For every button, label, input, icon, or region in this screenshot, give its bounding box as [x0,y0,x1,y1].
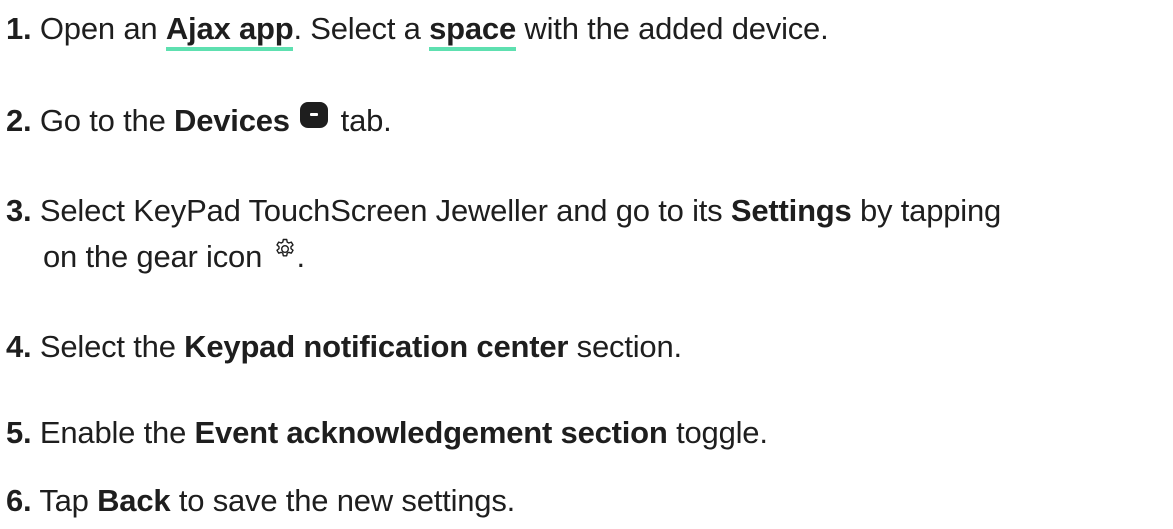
step-text: . [296,239,306,274]
step-text: Tap [39,483,98,518]
step-text: . Select a [293,11,430,46]
step-text: Select the [39,329,185,364]
step-4: 4. Select the Keypad notification center… [6,328,682,366]
ajax-app-link[interactable]: Ajax app [165,11,294,51]
step-text: Go to the [39,103,175,138]
step-2: 2. Go to the Devices tab. [6,102,392,140]
step-number: 3. [6,193,32,228]
devices-label: Devices [174,103,290,138]
step-text: toggle. [667,415,768,450]
step-text: to save the new settings. [170,483,516,518]
devices-tab-icon [300,102,329,128]
step-text: tab. [332,103,392,138]
back-label: Back [97,483,171,518]
step-number: 5. [6,415,32,450]
step-text: Select KeyPad TouchScreen Jeweller and g… [39,193,731,228]
event-acknowledgement-label: Event acknowledgement section [194,415,668,450]
step-number: 2. [6,103,32,138]
step-text: Open an [39,11,166,46]
keypad-notification-center-label: Keypad notification center [184,329,569,364]
step-5: 5. Enable the Event acknowledgement sect… [6,414,768,452]
step-text: Enable the [39,415,195,450]
instruction-steps: 1. Open an Ajax app. Select a space with… [0,0,1173,529]
space-link[interactable]: space [429,11,516,51]
step-3-continued: on the gear icon . [43,237,305,276]
step-number: 1. [6,11,32,46]
step-number: 4. [6,329,32,364]
step-3: 3. Select KeyPad TouchScreen Jeweller an… [6,192,1001,230]
settings-label: Settings [730,193,852,228]
step-text: by tapping [851,193,1002,228]
step-text: on the gear icon [43,239,271,274]
step-text: section. [568,329,682,364]
gear-icon [273,237,297,261]
step-1: 1. Open an Ajax app. Select a space with… [6,10,829,51]
step-number: 6. [6,483,32,518]
step-6: 6. Tap Back to save the new settings. [6,482,515,520]
step-text: with the added device. [516,11,829,46]
